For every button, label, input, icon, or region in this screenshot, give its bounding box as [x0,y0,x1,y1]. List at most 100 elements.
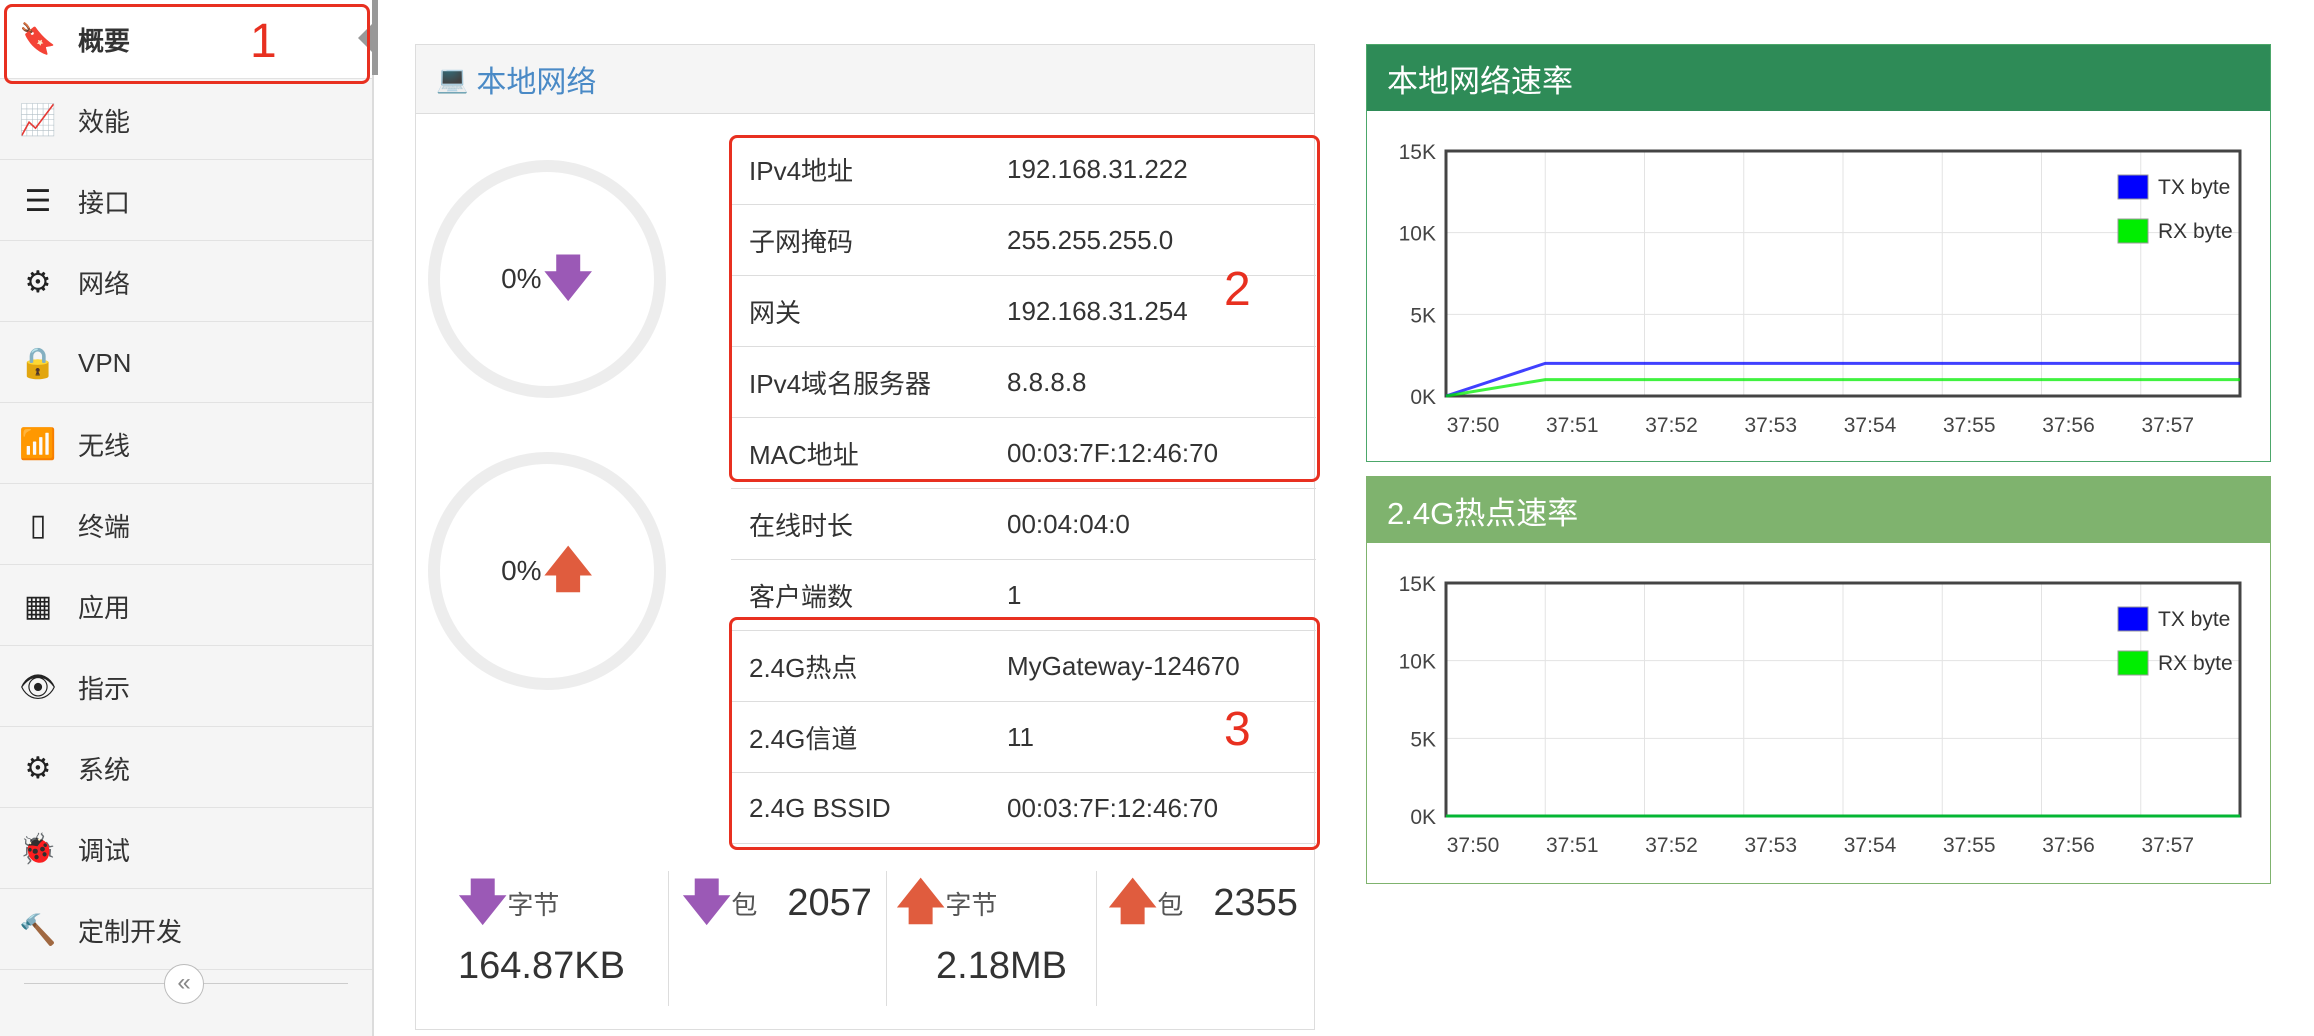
sidebar: 🔖 概要 📈 效能 ☰ 接口 ⚙ 网络 🔒 VPN 📶 无线 ▯ 终端 ▦ 应用 👁 指示 ⚙ 系统 🐞 调试 🔨 定制开发 « [0,0,374,1036]
gears-icon: ⚙ [24,751,52,785]
divider [1096,871,1097,1006]
x-tick-label: 37:55 [1943,834,1996,857]
x-tick-label: 37:51 [1546,414,1599,437]
sidebar-item-label: 效能 [78,106,131,137]
sidebar-item[interactable]: 📈 效能 [0,81,372,160]
gavel-icon: 🔨 [19,913,57,947]
info-row: IPv4域名服务器 8.8.8.8 [731,347,1316,418]
upload-percent: 0% [501,555,542,586]
y-tick-label: 10K [1399,223,1436,246]
sitemap-icon: ⚙ [24,265,52,299]
x-tick-label: 37:51 [1546,834,1599,857]
legend-label: TX byte [2158,608,2230,631]
info-value: 192.168.31.222 [1007,153,1188,184]
sidebar-item[interactable]: ▯ 终端 [0,486,372,565]
x-tick-label: 37:54 [1844,414,1897,437]
tx-packets-stat: 🡅 包 2355 [1108,879,1298,1019]
annotation-number-1: 1 [250,15,277,68]
sidebar-item[interactable]: ☰ 接口 [0,162,372,241]
upload-gauge: 0% 🡅 [428,452,666,690]
x-tick-label: 37:56 [2042,834,2095,857]
tx-packets-value: 2355 [1213,881,1298,924]
sidebar-item-label: 概要 [78,25,131,56]
x-tick-label: 37:52 [1645,834,1698,857]
sidebar-item[interactable]: 🔖 概要 [0,0,372,79]
info-value: 00:03:7F:12:46:70 [1007,792,1219,823]
x-tick-label: 37:57 [2141,834,2194,857]
y-tick-label: 15K [1399,141,1436,164]
info-value: MyGateway-124670 [1007,650,1240,681]
divider [668,871,669,1006]
sidebar-item[interactable]: 👁 指示 [0,648,372,727]
sidebar-item-label: 指示 [78,673,131,704]
y-tick-label: 0K [1410,386,1436,409]
sidebar-item-label: 应用 [78,592,131,623]
bug-icon: 🐞 [19,832,57,866]
info-row: MAC地址 00:03:7F:12:46:70 [731,418,1316,489]
tx-bytes-stat: 🡅 字节 2.18MB [896,879,1067,1019]
sidebar-item-label: 定制开发 [78,916,183,947]
traffic-stats: 🡇 字节 164.87KB 🡇 包 2057 🡅 字节 2.18MB 🡅 包 2… [416,871,1316,1031]
arrow-down-icon: 🡇 [543,252,593,305]
arrow-up-icon: 🡅 [1108,876,1158,929]
arrow-down-icon: 🡇 [458,876,508,929]
download-gauge: 0% 🡇 [428,160,666,398]
sidebar-scrollbar[interactable] [372,0,378,75]
y-tick-label: 0K [1410,806,1436,829]
sidebar-item[interactable]: ⚙ 网络 [0,243,372,322]
rx-bytes-label-row: 🡇 字节 [458,879,625,927]
eye-icon: 👁 [18,670,58,704]
sidebar-item-label: 接口 [78,187,131,218]
info-row: 2.4G热点 MyGateway-124670 [731,631,1316,702]
rx-bytes-stat: 🡇 字节 164.87KB [458,879,625,1019]
sidebar-item-label: 终端 [78,511,131,542]
lock-icon: 🔒 [19,346,57,380]
x-tick-label: 37:56 [2042,414,2095,437]
divider [886,871,887,1006]
chart-title: 2.4G热点速率 [1367,477,2270,543]
sidebar-item[interactable]: ▦ 应用 [0,567,372,646]
collapse-sidebar-button[interactable]: « [164,964,204,1004]
x-tick-label: 37:57 [2141,414,2194,437]
rx-packets-label-row: 🡇 包 2057 [682,879,872,927]
legend-swatch [2117,218,2149,244]
sidebar-item[interactable]: 📶 无线 [0,405,372,484]
info-label: 客户端数 [749,581,854,612]
info-label: 子网掩码 [749,226,854,257]
local-network-rate-chart: 15K 10K 5K 0K 37:50 37:51 37:52 37:53 37:54 37:55… [1399,141,2242,437]
wifi-icon: 📶 [19,427,57,461]
sidebar-item-label: 无线 [78,430,131,461]
download-percent: 0% [501,263,542,294]
info-row: IPv4地址 192.168.31.222 [731,134,1316,205]
tx-bytes-label: 字节 [945,889,998,920]
sidebar-item-label: VPN [78,347,132,378]
hotspot-rate-panel: 2.4G热点速率 15K 10K 5K 0K 37:50 37:51 37:52 37:53 3… [1366,476,2271,884]
local-network-panel: 💻 本地网络 0% 🡇 0% 🡅 IPv4地址 192.168.31.222 子网掩… [415,44,1316,1031]
chart-title: 本地网络速率 [1367,45,2270,111]
sidebar-item[interactable]: 🔒 VPN [0,324,372,403]
arrow-up-icon: 🡅 [896,876,946,929]
hotspot-rate-chart: 15K 10K 5K 0K 37:50 37:51 37:52 37:53 37:54 37:55… [1399,573,2242,857]
info-row: 在线时长 00:04:04:0 [731,489,1316,560]
rx-bytes-value: 164.87KB [458,945,625,987]
panel-heading: 💻 本地网络 [416,45,1314,114]
annotation-number-2: 2 [1224,263,1251,316]
legend-swatch [2117,606,2149,632]
x-tick-label: 37:53 [1744,834,1797,857]
sidebar-item[interactable]: 🐞 调试 [0,810,372,889]
tx-packets-label: 包 [1157,889,1184,920]
tx-bytes-label-row: 🡅 字节 [896,879,1067,927]
info-label: MAC地址 [749,439,859,470]
sidebar-item-label: 系统 [78,754,131,785]
sidebar-item[interactable]: ⚙ 系统 [0,729,372,808]
rx-packets-stat: 🡇 包 2057 [682,879,872,1019]
building-icon: ▦ [23,589,53,623]
sidebar-item-label: 调试 [78,835,131,866]
arrow-up-icon: 🡅 [543,544,593,597]
legend-swatch [2117,650,2149,676]
info-label: IPv4域名服务器 [749,368,932,399]
info-row: 2.4G BSSID 00:03:7F:12:46:70 [731,773,1316,844]
info-value: 8.8.8.8 [1007,366,1087,397]
rx-bytes-label: 字节 [507,889,560,920]
info-value: 11 [1007,721,1034,752]
